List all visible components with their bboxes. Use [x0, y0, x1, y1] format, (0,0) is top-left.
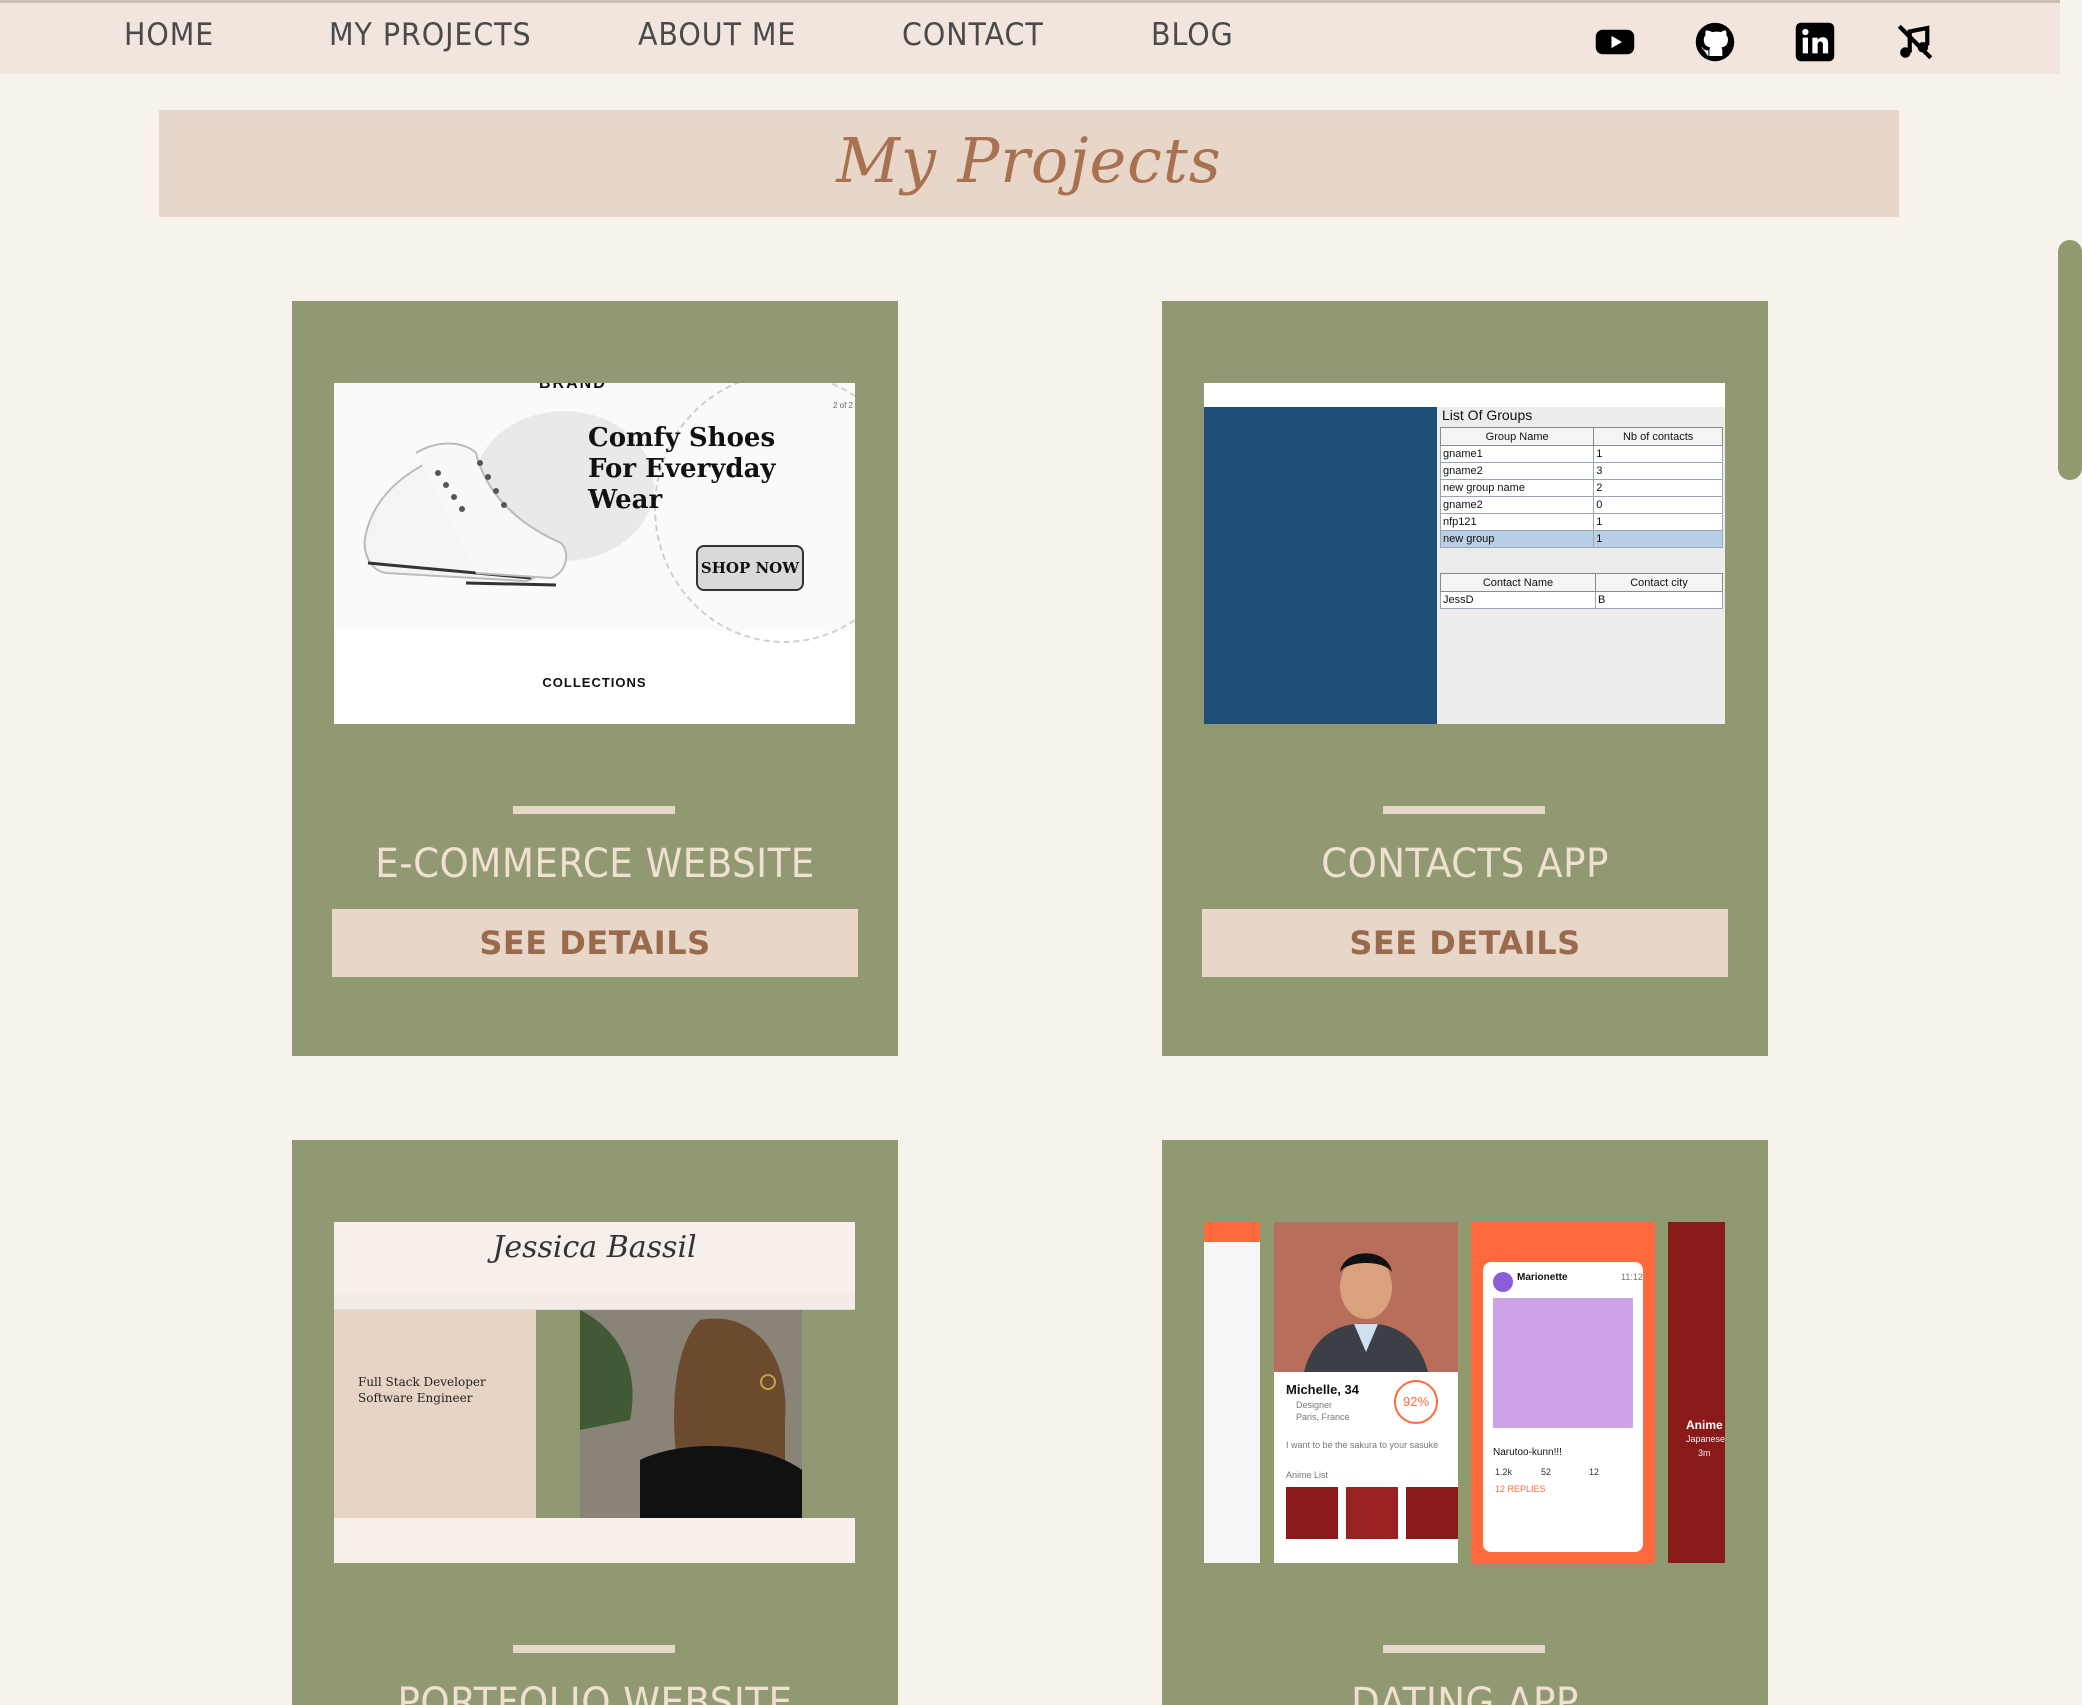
see-details-button[interactable]: SEE DETAILS	[1202, 909, 1728, 977]
preview-groups-heading: List Of Groups	[1442, 407, 1533, 423]
cell: gname1	[1439, 445, 1595, 463]
preview-page: 2 of 2	[832, 401, 853, 410]
anime-time: 3m	[1698, 1448, 1711, 1458]
project-card-ecommerce: BRAND 2 of 2 Comfy Shoes For Everyday We…	[292, 301, 898, 1056]
cell: 1	[1593, 513, 1723, 531]
project-preview-portfolio: Jessica Bassil Full Stack Developer Soft…	[334, 1222, 855, 1563]
project-card-dating: Michelle, 34 Designer Paris, France 92% …	[1162, 1140, 1768, 1705]
cell: 1	[1593, 530, 1723, 548]
top-nav: HOME MY PROJECTS ABOUT ME CONTACT BLOG	[0, 0, 2060, 74]
match-score: 92%	[1394, 1380, 1438, 1424]
project-preview-ecommerce: BRAND 2 of 2 Comfy Shoes For Everyday We…	[334, 383, 855, 724]
preview-headline: Comfy Shoes For Everyday Wear	[588, 423, 776, 515]
project-preview-dating: Michelle, 34 Designer Paris, France 92% …	[1204, 1222, 1725, 1563]
preview-role: Software Engineer	[358, 1391, 473, 1405]
cell: 1	[1593, 445, 1723, 463]
anime-list-label: Anime List	[1286, 1470, 1329, 1480]
contacts-table: Contact Name Contact city JessD B	[1440, 573, 1724, 609]
preview-shop-button: SHOP NOW	[696, 545, 804, 591]
post-replies: 12 REPLIES	[1495, 1484, 1546, 1494]
feed-screen: Marionette 11:12 Narutoo-kunn!!! 1.2k 52…	[1471, 1222, 1655, 1563]
project-card-portfolio: Jessica Bassil Full Stack Developer Soft…	[292, 1140, 898, 1705]
anime-tag: Anime	[1686, 1418, 1723, 1432]
nav-blog[interactable]: BLOG	[1151, 17, 1234, 53]
preview-signature: Jessica Bassil	[492, 1230, 697, 1265]
cell: new group	[1439, 530, 1595, 548]
sneaker-image	[363, 442, 568, 587]
preview-brand: BRAND	[539, 383, 607, 392]
col-header: Contact Name	[1440, 573, 1596, 592]
cell: JessD	[1440, 591, 1596, 609]
youtube-icon[interactable]	[1594, 21, 1636, 63]
project-title: CONTACTS APP	[1321, 841, 1609, 887]
groups-table: Group Name Nb of contacts gname1 1 gname2…	[1439, 427, 1723, 548]
title-divider	[513, 1645, 675, 1653]
post-dislikes: 52	[1541, 1467, 1552, 1477]
page-title: My Projects	[836, 124, 1222, 197]
anime-sub: Japanese	[1686, 1434, 1725, 1444]
post-text: Narutoo-kunn!!!	[1493, 1447, 1562, 1458]
linkedin-icon[interactable]	[1794, 21, 1836, 63]
preview-role: Full Stack Developer	[358, 1375, 486, 1389]
cell: gname2	[1439, 496, 1595, 514]
col-header: Contact city	[1594, 573, 1724, 592]
section-banner: My Projects	[159, 110, 1899, 217]
cell: gname2	[1439, 462, 1595, 480]
profile-bio: I want to be the sakura to your sasuke	[1286, 1440, 1439, 1450]
project-card-contacts: List Of Groups Group Name Nb of contacts…	[1162, 301, 1768, 1056]
anime-screen: Anime Japanese 3m	[1668, 1222, 1725, 1563]
cell: 0	[1593, 496, 1723, 514]
nav-contact[interactable]: CONTACT	[902, 17, 1044, 53]
music-off-icon[interactable]	[1894, 21, 1936, 63]
post-time: 11:12	[1621, 1272, 1643, 1282]
cell: B	[1594, 591, 1724, 609]
cell: 2	[1593, 479, 1723, 497]
nav-my-projects[interactable]: MY PROJECTS	[329, 17, 532, 53]
title-divider	[513, 806, 675, 814]
profile-screen: Michelle, 34 Designer Paris, France 92% …	[1274, 1222, 1458, 1563]
nav-home[interactable]: HOME	[124, 17, 214, 53]
title-divider	[1383, 806, 1545, 814]
post-likes: 1.2k	[1495, 1467, 1513, 1477]
post-comments: 12	[1589, 1467, 1600, 1477]
project-title: DATING APP	[1351, 1680, 1579, 1705]
cell: 3	[1593, 462, 1723, 480]
nav-about-me[interactable]: ABOUT ME	[638, 17, 796, 53]
cell: nfp121	[1439, 513, 1595, 531]
post-user: Marionette	[1517, 1272, 1568, 1283]
profile-job: Designer	[1296, 1400, 1333, 1410]
col-header: Group Name	[1439, 427, 1595, 446]
portrait-illustration	[580, 1310, 802, 1518]
see-details-button[interactable]: SEE DETAILS	[332, 909, 858, 977]
project-preview-contacts: List Of Groups Group Name Nb of contacts…	[1204, 383, 1725, 724]
github-icon[interactable]	[1694, 21, 1736, 63]
scrollbar-thumb[interactable]	[2058, 240, 2082, 480]
col-header: Nb of contacts	[1593, 427, 1723, 446]
project-title: E-COMMERCE WEBSITE	[375, 841, 815, 887]
title-divider	[1383, 1645, 1545, 1653]
profile-name: Michelle, 34	[1286, 1382, 1359, 1397]
profile-location: Paris, France	[1296, 1412, 1350, 1422]
cell: new group name	[1439, 479, 1595, 497]
preview-collections: COLLECTIONS	[542, 675, 647, 690]
project-title: PORTFOLIO WEBSITE	[397, 1680, 793, 1705]
